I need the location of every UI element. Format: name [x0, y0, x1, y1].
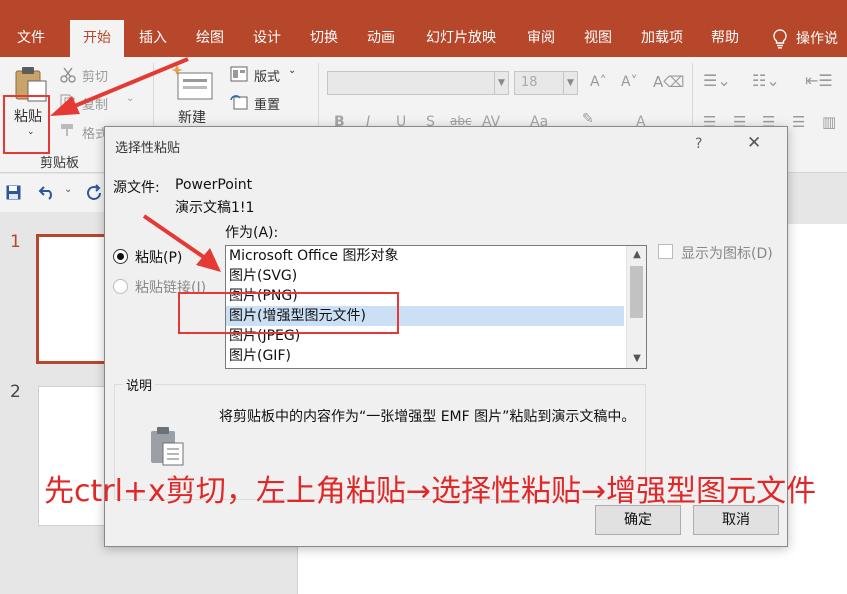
scroll-down-icon[interactable]: ▼: [627, 350, 647, 368]
description-title: 说明: [123, 375, 156, 394]
indent-icon[interactable]: ⇤☰: [805, 71, 833, 90]
as-label: 作为(A):: [225, 225, 279, 241]
font-size-combo[interactable]: 18 ▼: [514, 71, 578, 95]
tutorial-caption: 先ctrl+x剪切，左上角粘贴→选择性粘贴→增强型图元文件: [44, 474, 817, 509]
lightbulb-icon: [773, 28, 787, 48]
tab-slideshow[interactable]: 幻灯片放映: [416, 20, 506, 57]
numbering-icon[interactable]: ☷⌄: [752, 71, 780, 90]
font-size-value: 18: [521, 75, 538, 90]
columns-icon[interactable]: ▥: [822, 113, 836, 131]
layout-icon: [230, 66, 248, 82]
highlight-box-emf: [178, 292, 399, 334]
tab-home[interactable]: 开始: [70, 20, 124, 57]
undo-icon[interactable]: [38, 184, 56, 200]
tell-me-label: 操作说: [796, 30, 838, 47]
help-icon[interactable]: ?: [695, 136, 702, 152]
slide-number: 2: [10, 382, 21, 402]
paste-result-icon: [151, 427, 184, 466]
ribbon-tab-bar: 文件 开始 插入 绘图 设计 切换 动画 幻灯片放映 审阅 视图 加载项 帮助 …: [0, 0, 847, 57]
tab-file[interactable]: 文件: [6, 20, 56, 57]
copy-dropdown-icon[interactable]: ⌄: [126, 93, 134, 104]
highlight-icon[interactable]: ✎: [582, 111, 594, 127]
new-slide-icon: [172, 65, 213, 100]
list-item[interactable]: 图片(GIF): [226, 346, 624, 366]
list-item[interactable]: Microsoft Office 图形对象: [226, 246, 624, 266]
copy-button[interactable]: 复制: [82, 94, 108, 113]
paste-link-radio[interactable]: [113, 279, 128, 294]
grow-font-icon[interactable]: A˄: [590, 74, 607, 90]
source-label: 源文件:: [113, 180, 160, 196]
font-name-combo[interactable]: ▼: [327, 71, 509, 95]
paste-radio[interactable]: [113, 249, 128, 264]
highlight-box-paste: [3, 95, 50, 154]
tab-transitions[interactable]: 切换: [301, 20, 347, 57]
tab-addins[interactable]: 加载项: [632, 20, 692, 57]
reset-icon: [230, 95, 248, 110]
clear-formatting-icon[interactable]: A⌫: [653, 73, 684, 91]
tell-me[interactable]: 操作说: [772, 20, 847, 57]
tab-help[interactable]: 帮助: [702, 20, 748, 57]
tab-animations[interactable]: 动画: [358, 20, 404, 57]
new-slide-button[interactable]: 新建: [178, 107, 206, 127]
justify-icon[interactable]: ☰: [792, 113, 805, 131]
layout-dropdown-icon[interactable]: ⌄: [288, 65, 296, 76]
undo-dropdown-icon[interactable]: ⌄: [64, 184, 72, 195]
list-item[interactable]: 图片(SVG): [226, 266, 624, 286]
paste-radio-label[interactable]: 粘贴(P): [135, 247, 182, 267]
dialog-title: 选择性粘贴: [115, 141, 181, 156]
redo-icon[interactable]: [86, 184, 104, 202]
display-as-icon-label[interactable]: 显示为图标(D): [681, 243, 773, 263]
tab-draw[interactable]: 绘图: [187, 20, 233, 57]
slide-number: 1: [10, 232, 21, 252]
cut-button[interactable]: 剪切: [82, 66, 108, 85]
reset-button[interactable]: 重置: [254, 94, 280, 113]
copy-icon: [60, 94, 75, 110]
bullets-icon[interactable]: ☰⌄: [703, 71, 731, 90]
chevron-down-icon[interactable]: ▼: [494, 72, 508, 94]
close-icon[interactable]: ✕: [747, 133, 761, 153]
listbox-scrollbar[interactable]: ▲ ▼: [626, 246, 646, 368]
description-text: 将剪贴板中的内容作为“一张增强型 EMF 图片”粘贴到演示文稿中。: [219, 409, 636, 425]
display-as-icon-checkbox[interactable]: [658, 244, 673, 259]
quick-access-toolbar: ⌄: [0, 174, 110, 212]
save-icon[interactable]: [6, 185, 21, 200]
chevron-down-icon[interactable]: ▼: [563, 72, 577, 94]
clipboard-group-label: 剪贴板: [40, 156, 80, 171]
source-document: 演示文稿1!1: [175, 200, 255, 216]
shrink-font-icon[interactable]: A˅: [621, 74, 638, 90]
tab-insert[interactable]: 插入: [130, 20, 176, 57]
source-app: PowerPoint: [175, 177, 253, 193]
tab-review[interactable]: 审阅: [518, 20, 564, 57]
scissors-icon: [60, 67, 76, 83]
scroll-up-icon[interactable]: ▲: [627, 246, 647, 264]
format-painter-icon: [61, 124, 73, 136]
tab-design[interactable]: 设计: [244, 20, 290, 57]
layout-button[interactable]: 版式: [254, 66, 280, 85]
tab-view[interactable]: 视图: [575, 20, 621, 57]
scrollbar-thumb[interactable]: [630, 266, 643, 318]
